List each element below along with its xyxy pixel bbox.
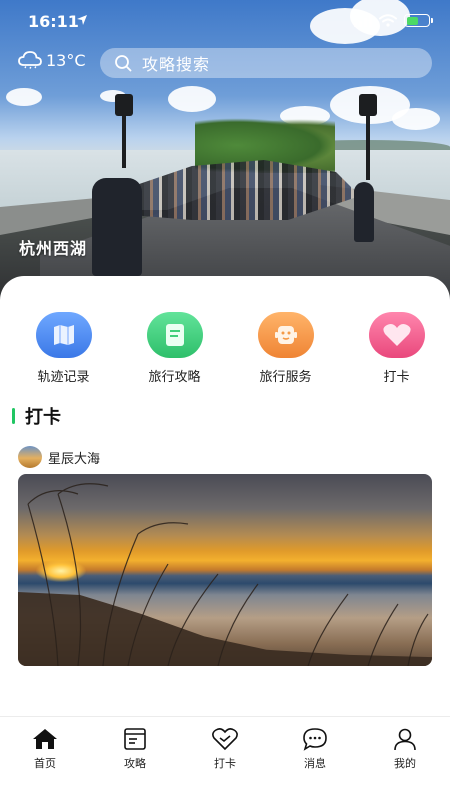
- category-label: 旅行服务: [259, 370, 312, 385]
- status-bar: 16:11: [0, 0, 450, 44]
- category-travel-service[interactable]: 旅行服务: [232, 312, 339, 385]
- section-title: 打卡: [25, 407, 61, 428]
- post-photo[interactable]: [18, 474, 432, 666]
- guide-icon: [146, 312, 203, 358]
- author-name: 星辰大海: [48, 451, 101, 467]
- search-placeholder: 攻略搜索: [142, 55, 211, 74]
- heart-icon: [368, 312, 425, 358]
- status-time: 16:11: [28, 12, 79, 31]
- weather-widget[interactable]: 13°C: [18, 50, 86, 70]
- section-header: 打卡: [12, 403, 61, 429]
- category-label: 轨迹记录: [37, 370, 90, 385]
- tab-label: 攻略: [124, 757, 146, 770]
- tab-messages[interactable]: 消息: [270, 717, 360, 800]
- category-track-record[interactable]: 轨迹记录: [10, 312, 117, 385]
- profile-icon: [394, 728, 416, 751]
- category-travel-guide[interactable]: 旅行攻略: [121, 312, 228, 385]
- category-label: 旅行攻略: [148, 370, 201, 385]
- temperature: 13°C: [46, 50, 86, 70]
- home-icon: [33, 729, 57, 749]
- map-icon: [35, 312, 92, 358]
- battery-icon: [404, 14, 433, 27]
- main-content: 轨迹记录 旅行攻略 旅行服务 打卡 打卡 星辰大海: [0, 276, 450, 716]
- cloud-icon: [18, 51, 42, 69]
- hero-caption: 杭州西湖: [19, 239, 88, 258]
- avatar[interactable]: [18, 446, 42, 468]
- chat-icon: [303, 728, 327, 751]
- search-icon: [115, 55, 132, 72]
- tab-guide[interactable]: 攻略: [90, 717, 180, 800]
- tab-label: 我的: [394, 757, 416, 770]
- tab-profile[interactable]: 我的: [360, 717, 450, 800]
- location-arrow-icon: [77, 15, 87, 25]
- signal-icon: [354, 14, 372, 27]
- section-accent-bar: [12, 408, 15, 424]
- category-grid: 轨迹记录 旅行攻略 旅行服务 打卡: [0, 312, 450, 385]
- category-label: 打卡: [383, 370, 410, 385]
- tab-check-in[interactable]: 打卡: [180, 717, 270, 800]
- tab-label: 首页: [34, 757, 56, 770]
- service-icon: [257, 312, 314, 358]
- guide-book-icon: [124, 728, 146, 750]
- heart-icon: [212, 728, 238, 751]
- search-input[interactable]: 攻略搜索: [100, 48, 432, 78]
- wifi-icon: [379, 14, 397, 27]
- post-author[interactable]: 星辰大海: [18, 446, 100, 468]
- tab-home[interactable]: 首页: [0, 717, 90, 800]
- category-check-in[interactable]: 打卡: [343, 312, 450, 385]
- tab-bar: 首页 攻略 打卡 消息 我的: [0, 716, 450, 800]
- tab-label: 消息: [304, 757, 326, 770]
- tab-label: 打卡: [214, 757, 236, 770]
